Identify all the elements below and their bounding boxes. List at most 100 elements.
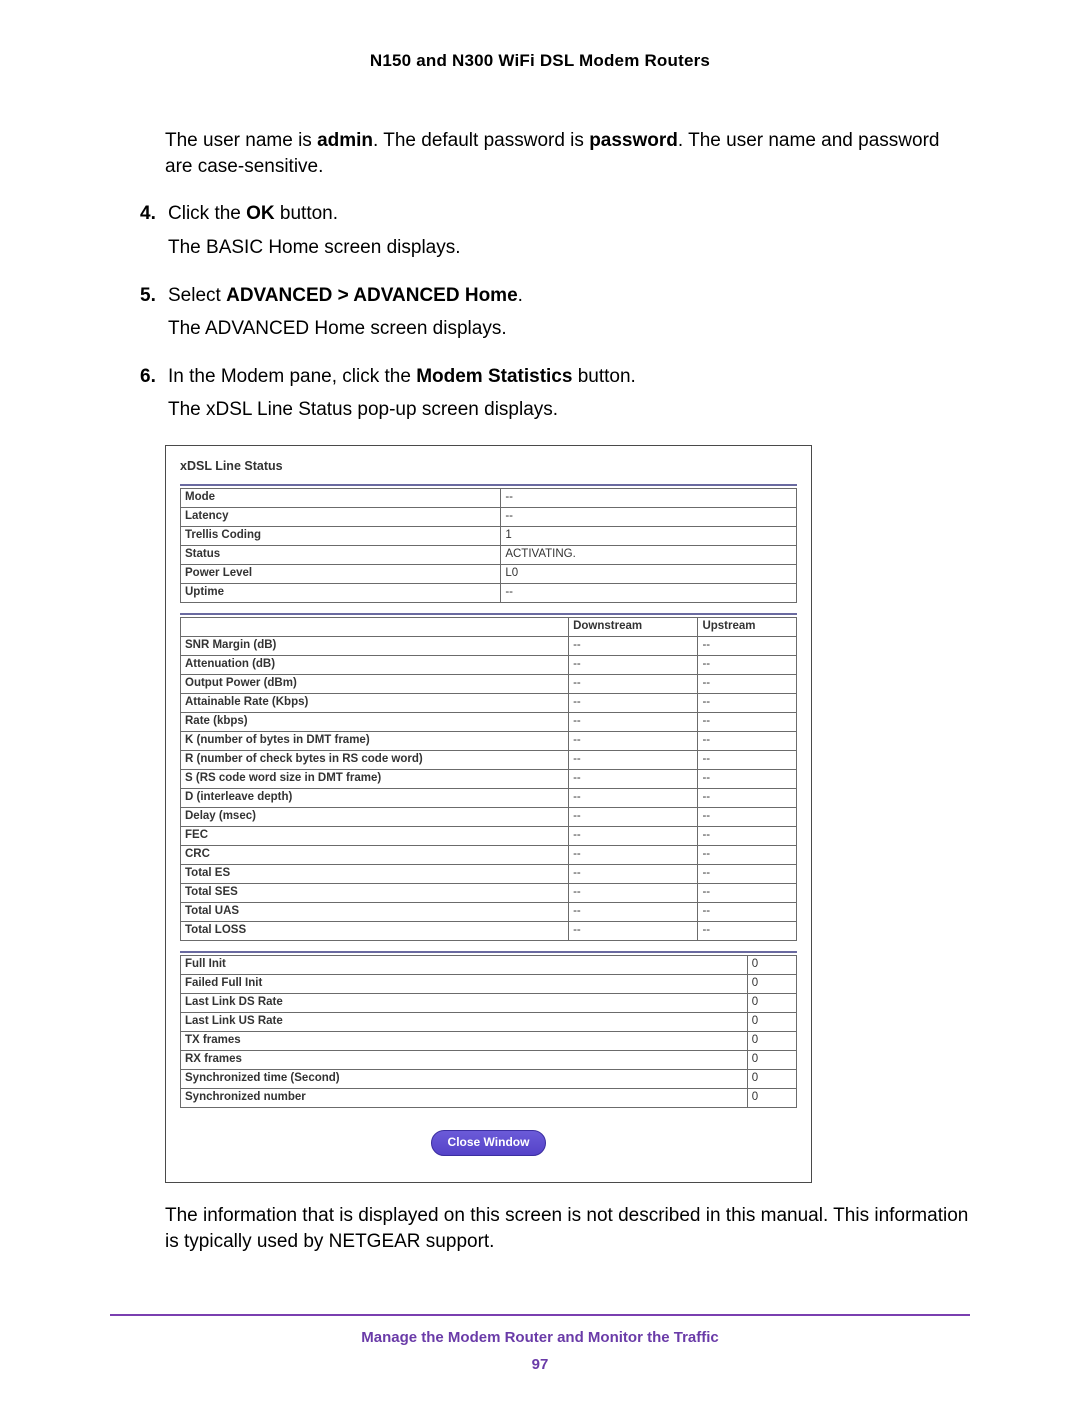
row-up: -- [698, 636, 797, 655]
row-down: -- [569, 902, 698, 921]
row-down: -- [569, 769, 698, 788]
col-downstream: Downstream [569, 617, 698, 636]
row-label: Delay (msec) [181, 807, 569, 826]
row-down: -- [569, 921, 698, 940]
row-down: -- [569, 807, 698, 826]
col-upstream: Upstream [698, 617, 797, 636]
intro-pw: password [589, 130, 678, 151]
row-down: -- [569, 826, 698, 845]
row-label: Failed Full Init [181, 974, 748, 993]
row-label: SNR Margin (dB) [181, 636, 569, 655]
row-label: Full Init [181, 955, 748, 974]
row-down: -- [569, 693, 698, 712]
row-label: Total SES [181, 883, 569, 902]
row-up: -- [698, 921, 797, 940]
row-label: Power Level [181, 564, 501, 583]
row-label: K (number of bytes in DMT frame) [181, 731, 569, 750]
row-value: 0 [747, 1050, 796, 1069]
row-label: Output Power (dBm) [181, 674, 569, 693]
row-up: -- [698, 788, 797, 807]
footer-page-number: 97 [110, 1355, 970, 1375]
t: Modem Statistics [416, 366, 572, 387]
row-label: TX frames [181, 1031, 748, 1050]
row-label: FEC [181, 826, 569, 845]
row-up: -- [698, 826, 797, 845]
divider [180, 484, 797, 486]
row-label: Attenuation (dB) [181, 655, 569, 674]
row-label: R (number of check bytes in RS code word… [181, 750, 569, 769]
row-down: -- [569, 674, 698, 693]
row-value: 1 [501, 526, 797, 545]
row-label: D (interleave depth) [181, 788, 569, 807]
status-table-1: Mode--Latency--Trellis Coding1StatusACTI… [180, 488, 797, 603]
row-up: -- [698, 864, 797, 883]
t: OK [246, 203, 275, 224]
t: . [518, 285, 523, 306]
step-num: 5. [140, 283, 156, 309]
row-up: -- [698, 750, 797, 769]
t: The ADVANCED Home screen displays. [168, 316, 970, 342]
row-down: -- [569, 864, 698, 883]
row-up: -- [698, 655, 797, 674]
row-label: Trellis Coding [181, 526, 501, 545]
row-up: -- [698, 712, 797, 731]
row-up: -- [698, 731, 797, 750]
row-down: -- [569, 845, 698, 864]
row-value: 0 [747, 1012, 796, 1031]
row-value: -- [501, 488, 797, 507]
row-value: 0 [747, 1069, 796, 1088]
row-label: RX frames [181, 1050, 748, 1069]
row-label: Total UAS [181, 902, 569, 921]
intro-mid: . The default password is [373, 130, 589, 151]
step-6: 6. In the Modem pane, click the Modem St… [140, 364, 970, 423]
row-label: Status [181, 545, 501, 564]
row-up: -- [698, 769, 797, 788]
row-label: Total ES [181, 864, 569, 883]
footer-section-title: Manage the Modem Router and Monitor the … [110, 1328, 970, 1348]
row-value: 0 [747, 1031, 796, 1050]
row-label: Synchronized time (Second) [181, 1069, 748, 1088]
row-up: -- [698, 807, 797, 826]
step-5: 5. Select ADVANCED > ADVANCED Home. The … [140, 283, 970, 342]
row-value: 0 [747, 955, 796, 974]
row-up: -- [698, 902, 797, 921]
row-down: -- [569, 788, 698, 807]
row-label: Latency [181, 507, 501, 526]
xdsl-status-screenshot: xDSL Line Status Mode--Latency--Trellis … [165, 445, 812, 1183]
row-down: -- [569, 750, 698, 769]
row-down: -- [569, 655, 698, 674]
row-value: ACTIVATING. [501, 545, 797, 564]
intro-admin: admin [317, 130, 373, 151]
divider [180, 613, 797, 615]
divider [180, 951, 797, 953]
row-label: Last Link DS Rate [181, 993, 748, 1012]
row-down: -- [569, 636, 698, 655]
row-label: S (RS code word size in DMT frame) [181, 769, 569, 788]
close-window-button[interactable]: Close Window [431, 1130, 547, 1156]
row-value: 0 [747, 993, 796, 1012]
footer-divider [110, 1314, 970, 1316]
row-value: -- [501, 583, 797, 602]
row-up: -- [698, 883, 797, 902]
row-label: Attainable Rate (Kbps) [181, 693, 569, 712]
row-up: -- [698, 693, 797, 712]
row-value: 0 [747, 1088, 796, 1107]
outro-text: The information that is displayed on thi… [165, 1203, 970, 1254]
col-empty [181, 617, 569, 636]
row-down: -- [569, 712, 698, 731]
t: button. [275, 203, 338, 224]
row-label: Mode [181, 488, 501, 507]
row-label: Uptime [181, 583, 501, 602]
t: button. [572, 366, 635, 387]
doc-header: N150 and N300 WiFi DSL Modem Routers [110, 50, 970, 73]
t: The xDSL Line Status pop-up screen displ… [168, 397, 970, 423]
t: In the Modem pane, click the [168, 366, 416, 387]
row-label: CRC [181, 845, 569, 864]
status-table-3: Full Init0Failed Full Init0Last Link DS … [180, 955, 797, 1108]
intro-pre: The user name is [165, 130, 317, 151]
step-num: 6. [140, 364, 156, 390]
status-table-2: Downstream Upstream SNR Margin (dB)----A… [180, 617, 797, 941]
row-label: Synchronized number [181, 1088, 748, 1107]
t: Click the [168, 203, 246, 224]
row-value: L0 [501, 564, 797, 583]
